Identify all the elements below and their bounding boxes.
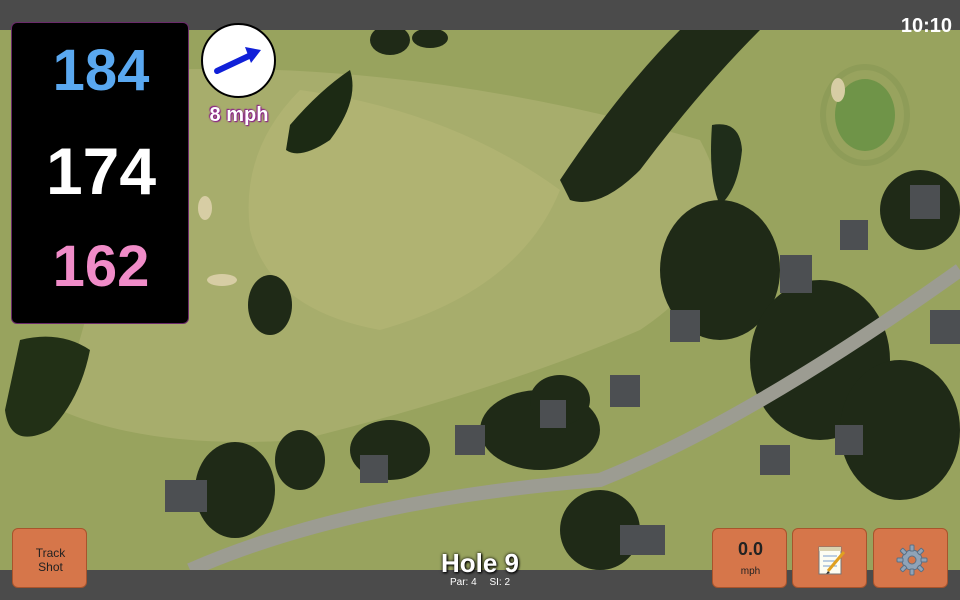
hole-info: Par: 4 SI: 2 — [380, 577, 580, 588]
hole-par: Par: 4 — [449, 577, 477, 588]
notes-button[interactable] — [792, 528, 867, 588]
hole-stroke-index: SI: 2 — [489, 577, 511, 588]
center-yardage: 174 — [45, 134, 157, 208]
wind-arrow-icon — [214, 47, 261, 74]
gear-icon — [896, 544, 928, 576]
wind-speed-label: 8 mph — [209, 104, 269, 126]
speed-value: 0.0 — [737, 539, 764, 559]
wind-indicator — [201, 23, 276, 98]
speed-unit: mph — [740, 566, 761, 577]
hole-title: Hole 9 — [440, 548, 520, 578]
back-yardage: 184 — [52, 38, 150, 103]
speed-button[interactable]: 0.0 mph — [712, 528, 787, 588]
status-time: 10:10 — [900, 15, 952, 37]
track-shot-button[interactable]: Track Shot — [12, 528, 87, 588]
track-shot-label: Track Shot — [35, 546, 66, 574]
front-yardage: 162 — [52, 234, 150, 299]
settings-button[interactable] — [873, 528, 948, 588]
yardage-panel: 184 174 162 — [11, 22, 189, 324]
notepad-icon — [818, 546, 846, 575]
